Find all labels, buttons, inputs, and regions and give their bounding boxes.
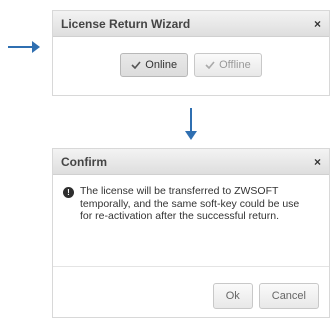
arrow-right-icon [8,41,40,53]
online-button[interactable]: Online [120,53,189,77]
license-return-wizard-dialog: License Return Wizard × Online Offline [52,10,330,96]
check-icon [205,61,215,69]
offline-button[interactable]: Offline [194,53,262,77]
arrow-down-icon [185,108,197,140]
online-label: Online [145,59,178,71]
confirm-title: Confirm [61,154,107,169]
ok-button[interactable]: Ok [212,283,253,309]
confirm-message-area: ! The license will be transferred to ZWS… [53,175,329,267]
confirm-message: The license will be transferred to ZWSOF… [80,185,300,222]
wizard-options: Online Offline [53,53,329,77]
check-icon [131,61,141,69]
close-icon[interactable]: × [314,156,321,168]
cancel-button[interactable]: Cancel [258,283,319,309]
confirm-titlebar[interactable]: Confirm × [53,149,329,175]
confirm-dialog: Confirm × ! The license will be transfer… [52,148,330,318]
wizard-title: License Return Wizard [61,16,191,31]
close-icon[interactable]: × [314,18,321,30]
confirm-footer: Ok Cancel [53,267,329,309]
info-icon: ! [63,187,74,198]
wizard-titlebar[interactable]: License Return Wizard × [53,11,329,37]
offline-label: Offline [219,59,251,71]
